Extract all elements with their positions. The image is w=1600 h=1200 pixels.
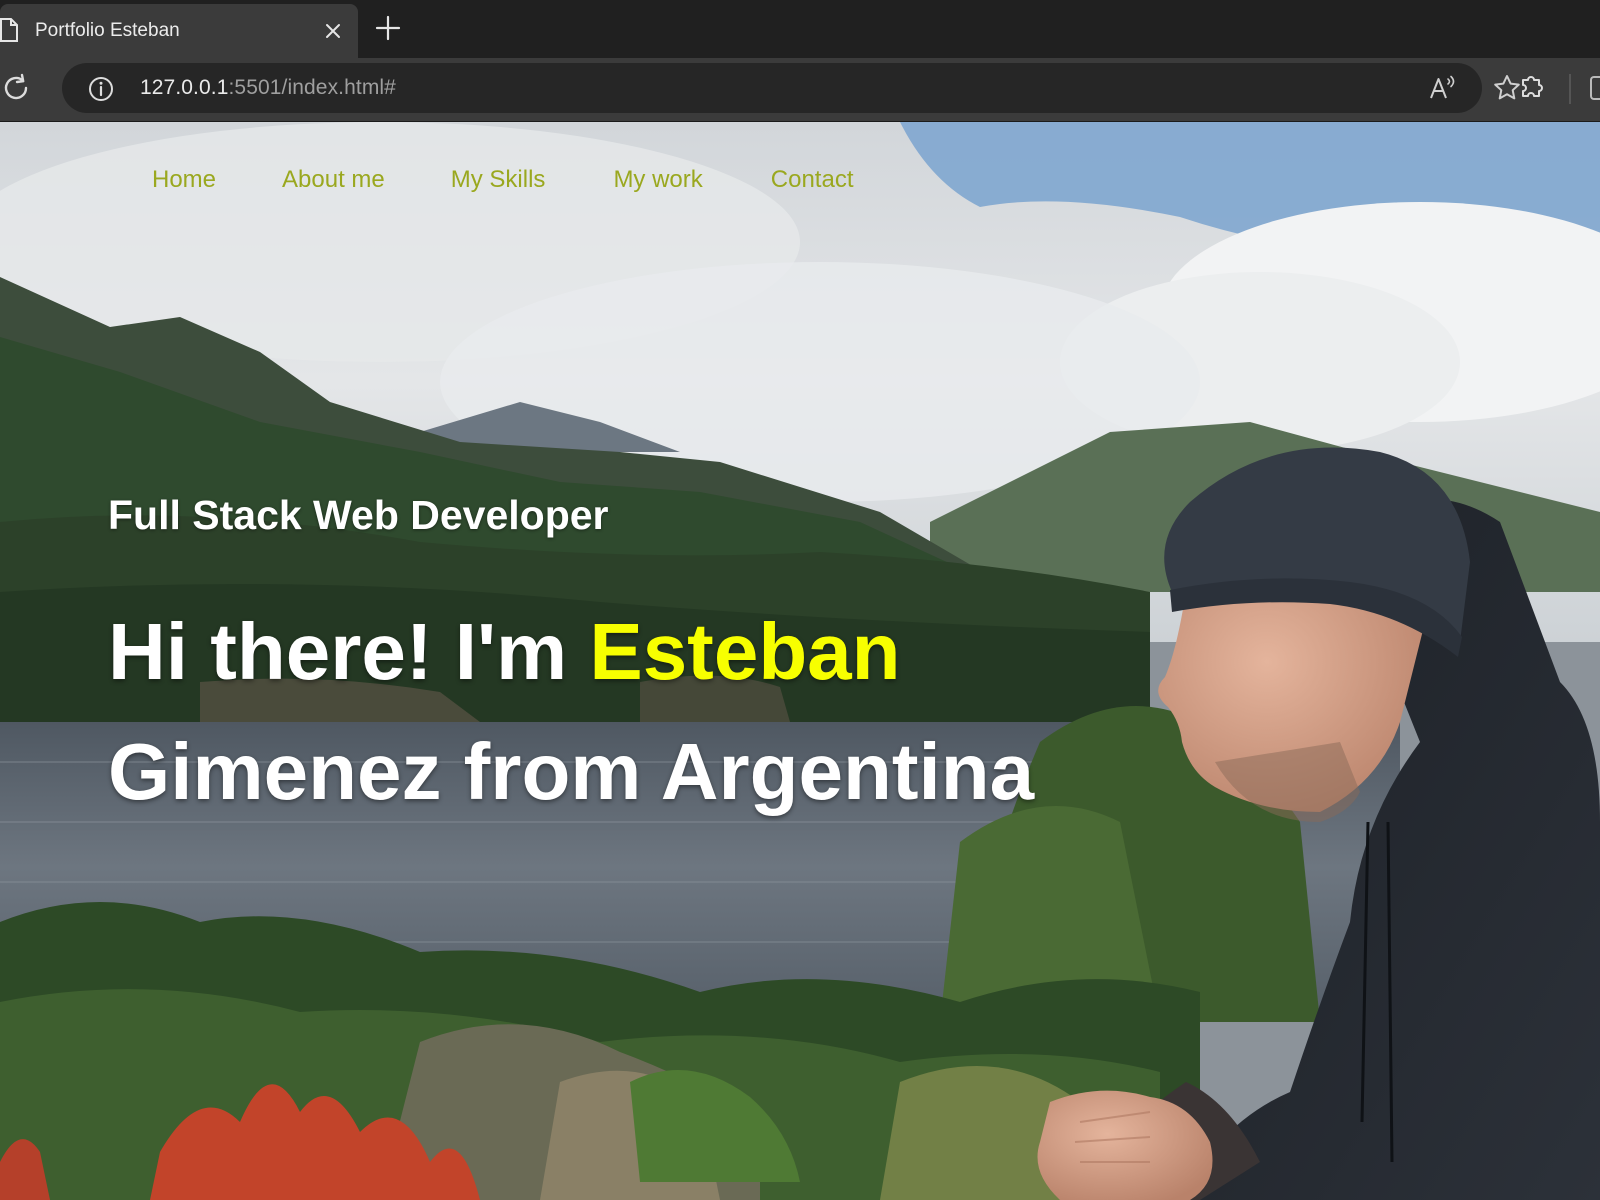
- reload-icon[interactable]: [0, 72, 32, 104]
- hero-headline: Hi there! I'm Esteban Gimenez from Argent…: [108, 592, 1108, 832]
- puzzle-icon[interactable]: [1516, 71, 1548, 103]
- plus-icon[interactable]: [374, 14, 402, 42]
- document-icon: [0, 18, 18, 42]
- browser-tab[interactable]: Portfolio Esteban: [0, 4, 358, 58]
- collections-icon[interactable]: [1590, 76, 1600, 100]
- hero-greeting: Hi there! I'm: [108, 607, 590, 696]
- url-path: :5501/index.html#: [228, 76, 396, 99]
- address-bar[interactable]: 127.0.0.1:5501/index.html#: [62, 63, 1520, 113]
- tab-title: Portfolio Esteban: [35, 20, 180, 41]
- toolbar-divider: [1569, 74, 1571, 104]
- nav-about-me[interactable]: About me: [282, 166, 385, 194]
- main-nav: Home About me My Skills My work Contact: [152, 166, 854, 194]
- hero-first-name: Esteban: [589, 607, 901, 696]
- hero-rest: Gimenez from Argentina: [108, 727, 1035, 816]
- nav-contact[interactable]: Contact: [771, 166, 854, 194]
- hero-subtitle: Full Stack Web Developer: [108, 492, 609, 538]
- nav-my-skills[interactable]: My Skills: [451, 166, 546, 194]
- close-icon[interactable]: [322, 20, 344, 42]
- url-host: 127.0.0.1: [140, 76, 229, 99]
- nav-my-work[interactable]: My work: [613, 166, 702, 194]
- info-icon[interactable]: [88, 76, 114, 102]
- nav-home[interactable]: Home: [152, 166, 216, 194]
- browser-tab-strip: Portfolio Esteban: [0, 0, 1600, 58]
- read-aloud-icon[interactable]: [1428, 73, 1458, 103]
- hero-section: Home About me My Skills My work Contact …: [0, 122, 1600, 1200]
- url-text[interactable]: 127.0.0.1:5501/index.html#: [140, 76, 396, 100]
- browser-toolbar: 127.0.0.1:5501/index.html#: [0, 58, 1600, 122]
